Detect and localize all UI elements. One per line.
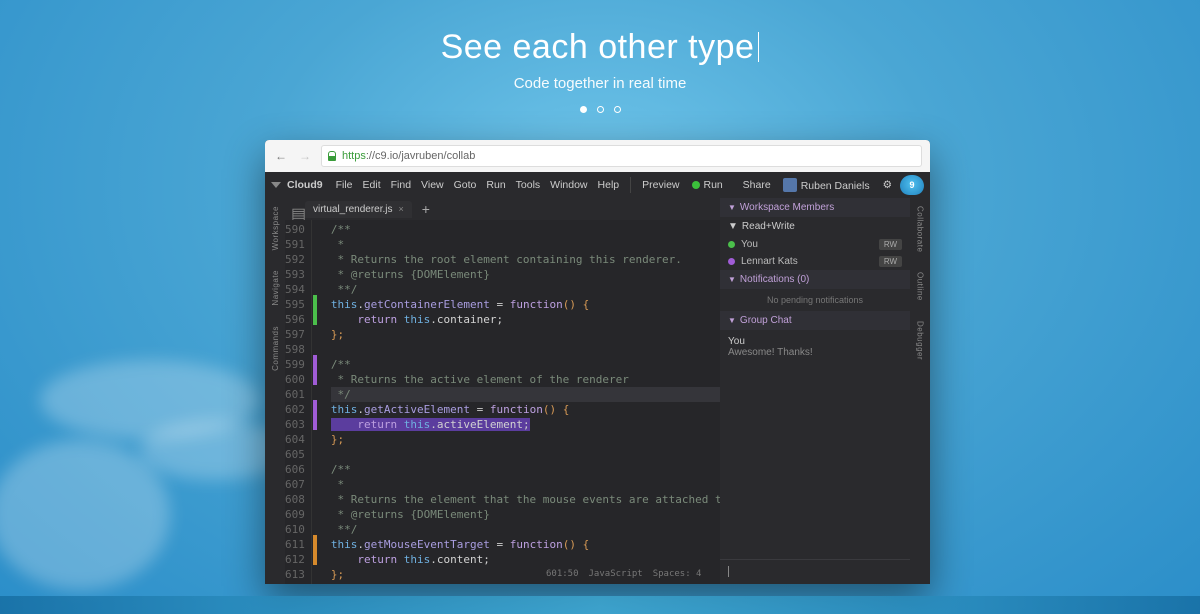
hero-subtitle: Code together in real time [0, 75, 1200, 92]
editor-area: ▤ virtual_renderer.js × + 59059159259359… [285, 198, 720, 584]
code-line[interactable]: * Returns the root element containing th… [331, 252, 720, 267]
menu-file[interactable]: File [331, 179, 358, 191]
menu-user[interactable]: Ruben Daniels [778, 178, 875, 192]
code-line[interactable]: /** [331, 462, 720, 477]
brand[interactable]: Cloud9 [287, 179, 323, 191]
code-line[interactable]: this.getMouseEventTarget = function() { [331, 537, 720, 552]
carousel-dot[interactable] [580, 106, 587, 113]
gear-icon[interactable]: ⚙ [883, 179, 892, 191]
menu-bar: Cloud9 FileEditFindViewGotoRunToolsWindo… [265, 172, 930, 198]
carousel-dot[interactable] [597, 106, 604, 113]
menu-tools[interactable]: Tools [511, 179, 546, 191]
code-line[interactable]: **/ [331, 522, 720, 537]
permission-badge[interactable]: RW [879, 256, 902, 267]
rail-outline[interactable]: Outline [916, 272, 925, 301]
url-bar[interactable]: https://c9.io/javruben/collab [321, 145, 922, 167]
menu-view[interactable]: View [416, 179, 449, 191]
footer-strip [0, 596, 1200, 614]
right-rail: Collaborate Outline Debugger [910, 198, 930, 584]
rail-navigate[interactable]: Navigate [271, 270, 280, 306]
back-button[interactable]: ← [273, 149, 289, 163]
code-line[interactable]: return this.activeElement; [331, 417, 720, 432]
status-bar: 601:50 JavaScript Spaces: 4 [546, 567, 701, 582]
tab-bar: ▤ virtual_renderer.js × + [285, 198, 720, 220]
code-line[interactable]: * [331, 237, 720, 252]
carousel-dot[interactable] [614, 106, 621, 113]
rail-collaborate[interactable]: Collaborate [916, 206, 925, 252]
play-icon [692, 181, 700, 189]
hero: See each other type Code together in rea… [0, 0, 1200, 113]
code-line[interactable]: * [331, 477, 720, 492]
chat-header[interactable]: ▼Group Chat [720, 311, 910, 330]
menu-preview[interactable]: Preview [637, 179, 684, 191]
hero-cursor-icon [758, 32, 759, 62]
carousel-dots [0, 106, 1200, 113]
notifications-header[interactable]: ▼Notifications (0) [720, 270, 910, 289]
code-line[interactable]: **/ [331, 282, 720, 297]
code-line[interactable]: }; [331, 432, 720, 447]
forward-button[interactable]: → [297, 149, 313, 163]
cursor-position: 601:50 [546, 567, 579, 582]
member-name: Lennart Kats [741, 256, 873, 267]
code-line[interactable]: /** [331, 222, 720, 237]
notifications-body: No pending notifications [720, 289, 910, 311]
code-line[interactable]: return this.container; [331, 312, 720, 327]
rail-workspace[interactable]: Workspace [271, 206, 280, 250]
file-tab-label: virtual_renderer.js [313, 204, 392, 215]
menu-run[interactable]: Run [481, 179, 510, 191]
code-line[interactable]: */ [331, 387, 720, 402]
permission-badge[interactable]: RW [879, 239, 902, 250]
avatar-icon [783, 178, 797, 192]
new-tab-button[interactable]: + [416, 201, 436, 217]
app-window: ← → https://c9.io/javruben/collab Cloud9… [265, 140, 930, 584]
chat-input[interactable] [720, 559, 910, 584]
code-line[interactable]: /** [331, 357, 720, 372]
menu-goto[interactable]: Goto [449, 179, 482, 191]
chat-message: YouAwesome! Thanks! [728, 336, 902, 358]
code-line[interactable]: * @returns {DOMElement} [331, 507, 720, 522]
presence-dot-icon [728, 258, 735, 265]
member-row[interactable]: You RW [720, 236, 910, 253]
menu-help[interactable]: Help [593, 179, 625, 191]
language-mode[interactable]: JavaScript [589, 567, 643, 582]
hero-title: See each other type [0, 28, 1200, 67]
rail-debugger[interactable]: Debugger [916, 321, 925, 360]
menu-share[interactable]: Share [738, 179, 776, 191]
dropdown-icon[interactable] [271, 182, 281, 188]
close-icon[interactable]: × [398, 204, 403, 214]
code-line[interactable]: this.getActiveElement = function() { [331, 402, 720, 417]
presence-dot-icon [728, 241, 735, 248]
code-line[interactable] [331, 582, 720, 584]
file-tab[interactable]: virtual_renderer.js × [305, 201, 412, 218]
code-line[interactable]: * Returns the element that the mouse eve… [331, 492, 720, 507]
menu-window[interactable]: Window [545, 179, 592, 191]
code-line[interactable]: return this.content; [331, 552, 720, 567]
code-line[interactable]: this.getContainerElement = function() { [331, 297, 720, 312]
code-line[interactable]: * @returns {DOMElement} [331, 267, 720, 282]
member-name: You [741, 239, 873, 250]
rail-commands[interactable]: Commands [271, 326, 280, 371]
cloud9-badge-icon[interactable]: 9 [900, 175, 924, 195]
collab-panel: ▼Workspace Members ▼Read+Write YouRWLenn… [720, 198, 910, 584]
menu-edit[interactable]: Edit [358, 179, 386, 191]
code-editor[interactable]: 5905915925935945955965975985996006016026… [285, 220, 720, 584]
chat-body: YouAwesome! Thanks! [720, 330, 910, 559]
lock-icon [328, 151, 336, 161]
readwrite-header[interactable]: ▼Read+Write [720, 217, 910, 236]
file-icon: ▤ [291, 204, 301, 214]
code-line[interactable] [331, 342, 720, 357]
member-row[interactable]: Lennart Kats RW [720, 253, 910, 270]
browser-bar: ← → https://c9.io/javruben/collab [265, 140, 930, 172]
code-line[interactable]: * Returns the active element of the rend… [331, 372, 720, 387]
menu-find[interactable]: Find [386, 179, 416, 191]
members-header[interactable]: ▼Workspace Members [720, 198, 910, 217]
code-line[interactable] [331, 447, 720, 462]
code-line[interactable]: }; [331, 327, 720, 342]
menu-run[interactable]: Run [687, 179, 728, 191]
left-rail: Workspace Navigate Commands [265, 198, 285, 584]
line-gutter: 5905915925935945955965975985996006016026… [285, 220, 312, 584]
indent-setting[interactable]: Spaces: 4 [653, 567, 702, 582]
